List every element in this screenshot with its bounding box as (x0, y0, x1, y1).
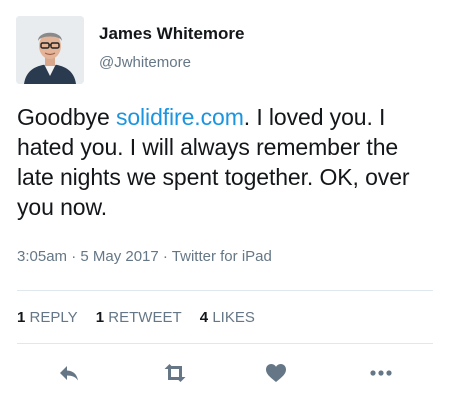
avatar[interactable] (16, 16, 84, 84)
reply-label: REPLY (29, 309, 78, 326)
reply-icon (60, 366, 78, 381)
like-label: LIKES (212, 309, 255, 326)
retweet-icon (164, 364, 186, 382)
tweet-link[interactable]: solidfire.com (116, 104, 244, 130)
heart-icon (266, 364, 286, 382)
retweet-label: RETWEET (108, 309, 182, 326)
more-icon (370, 370, 392, 376)
tweet-timestamp[interactable]: 3:05am · 5 May 2017 · Twitter for iPad (17, 247, 272, 267)
more-options-button[interactable] (366, 358, 396, 388)
author-block: James Whitemore @Jwhitemore (99, 24, 245, 73)
stat-retweets[interactable]: 1 RETWEET (96, 309, 182, 326)
action-bar (0, 358, 450, 388)
like-button[interactable] (261, 358, 291, 388)
stat-replies[interactable]: 1 REPLY (17, 309, 78, 326)
like-count: 4 (199, 309, 209, 326)
divider (17, 290, 433, 291)
tweet-text-start: Goodbye (17, 104, 116, 130)
retweet-button[interactable] (160, 358, 190, 388)
avatar-photo (16, 16, 84, 84)
divider (17, 343, 433, 344)
display-name[interactable]: James Whitemore (99, 24, 245, 44)
reply-button[interactable] (54, 358, 84, 388)
user-handle[interactable]: @Jwhitemore (99, 53, 245, 73)
tweet-card: James Whitemore @Jwhitemore Goodbye soli… (0, 0, 450, 400)
reply-count: 1 (17, 309, 26, 326)
stat-likes[interactable]: 4 LIKES (200, 309, 255, 326)
tweet-text: Goodbye solidfire.com. I loved you. I ha… (17, 102, 437, 222)
tweet-stats: 1 REPLY 1 RETWEET 4 LIKES (17, 308, 269, 328)
retweet-count: 1 (95, 309, 105, 326)
